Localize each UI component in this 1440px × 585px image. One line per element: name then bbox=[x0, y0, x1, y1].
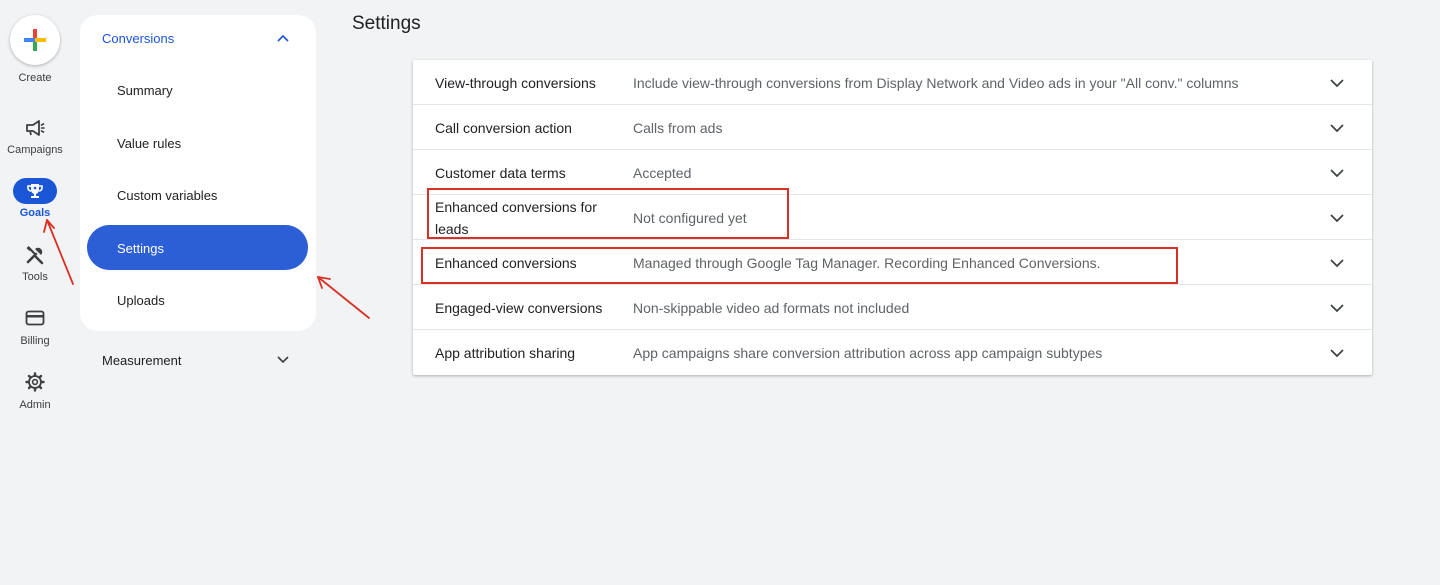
chevron-down-icon[interactable] bbox=[1328, 254, 1346, 272]
left-nav-rail: Create Campaigns Goals Tools Billing Adm… bbox=[0, 0, 70, 585]
row-value: Not configured yet bbox=[633, 209, 747, 226]
settings-row-customer-data-terms[interactable]: Customer data terms Accepted bbox=[413, 150, 1372, 195]
row-name: Enhanced conversions bbox=[435, 254, 577, 271]
submenu-section-conversions[interactable]: Conversions bbox=[102, 31, 174, 46]
row-name: Call conversion action bbox=[435, 119, 572, 136]
plus-icon bbox=[24, 29, 46, 51]
admin-label[interactable]: Admin bbox=[0, 399, 70, 411]
tools-icon[interactable] bbox=[20, 243, 50, 267]
settings-table: View-through conversions Include view-th… bbox=[413, 60, 1372, 375]
trophy-icon bbox=[27, 184, 43, 198]
settings-row-engaged-view[interactable]: Engaged-view conversions Non-skippable v… bbox=[413, 285, 1372, 330]
create-button[interactable] bbox=[10, 15, 60, 65]
tools-label[interactable]: Tools bbox=[0, 271, 70, 283]
row-value: Non-skippable video ad formats not inclu… bbox=[633, 299, 910, 316]
conversions-submenu bbox=[80, 15, 316, 331]
chevron-down-icon[interactable] bbox=[275, 352, 291, 368]
submenu-item-summary[interactable]: Summary bbox=[117, 83, 173, 98]
goals-label[interactable]: Goals bbox=[0, 207, 70, 219]
submenu-item-custom-variables[interactable]: Custom variables bbox=[117, 188, 217, 203]
row-value: Managed through Google Tag Manager. Reco… bbox=[633, 254, 1101, 271]
submenu-item-value-rules[interactable]: Value rules bbox=[117, 136, 181, 151]
submenu-item-uploads[interactable]: Uploads bbox=[117, 293, 165, 308]
create-label: Create bbox=[18, 72, 52, 84]
chevron-down-icon[interactable] bbox=[1328, 164, 1346, 182]
submenu-item-settings-label[interactable]: Settings bbox=[117, 241, 164, 256]
row-name: Enhanced conversions for leads bbox=[435, 198, 597, 237]
row-name: App attribution sharing bbox=[435, 344, 576, 361]
annotation-arrow-settings bbox=[317, 276, 370, 319]
gear-icon[interactable] bbox=[20, 370, 50, 394]
chevron-up-icon[interactable] bbox=[275, 30, 291, 46]
row-value: Include view-through conversions from Di… bbox=[633, 74, 1239, 91]
row-name: Engaged-view conversions bbox=[435, 299, 603, 316]
row-value: Accepted bbox=[633, 164, 692, 181]
row-name: View-through conversions bbox=[435, 74, 596, 91]
billing-label[interactable]: Billing bbox=[0, 335, 70, 347]
settings-row-view-through[interactable]: View-through conversions Include view-th… bbox=[413, 60, 1372, 105]
settings-row-enhanced-conversions[interactable]: Enhanced conversions Managed through Goo… bbox=[413, 240, 1372, 285]
row-name: Customer data terms bbox=[435, 164, 566, 181]
megaphone-icon[interactable] bbox=[20, 116, 50, 140]
page-title: Settings bbox=[352, 13, 421, 34]
campaigns-label[interactable]: Campaigns bbox=[0, 144, 70, 156]
settings-row-call-conversion[interactable]: Call conversion action Calls from ads bbox=[413, 105, 1372, 150]
settings-row-enhanced-leads[interactable]: Enhanced conversions for leads Not confi… bbox=[413, 195, 1372, 240]
chevron-down-icon[interactable] bbox=[1328, 299, 1346, 317]
chevron-down-icon[interactable] bbox=[1328, 119, 1346, 137]
settings-row-app-attribution[interactable]: App attribution sharing App campaigns sh… bbox=[413, 330, 1372, 375]
chevron-down-icon[interactable] bbox=[1328, 344, 1346, 362]
row-value: App campaigns share conversion attributi… bbox=[633, 344, 1103, 361]
goals-nav-item[interactable] bbox=[13, 178, 57, 204]
submenu-section-measurement[interactable]: Measurement bbox=[102, 353, 181, 368]
row-value: Calls from ads bbox=[633, 119, 723, 136]
billing-icon[interactable] bbox=[20, 306, 50, 330]
chevron-down-icon[interactable] bbox=[1328, 209, 1346, 227]
chevron-down-icon[interactable] bbox=[1328, 74, 1346, 92]
page: Create Campaigns Goals Tools Billing Adm… bbox=[0, 0, 1440, 585]
